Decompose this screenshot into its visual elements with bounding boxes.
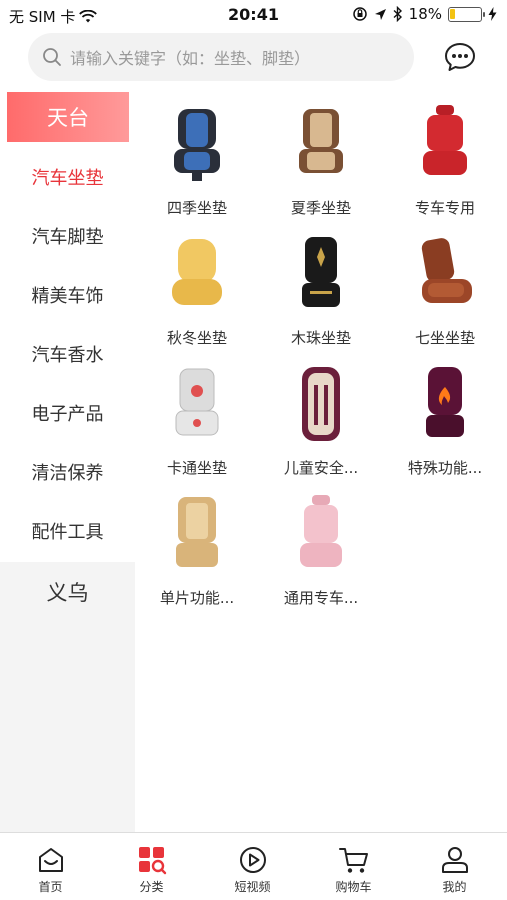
product-name: 四季坐垫 (166, 199, 227, 217)
product-name: 特殊功能... (407, 459, 483, 477)
product-name: 夏季坐垫 (290, 199, 351, 217)
category-icon (138, 847, 166, 875)
product-name: 通用专车... (283, 589, 359, 607)
seat-cushion-wood-bead-image (302, 237, 340, 307)
category-group-header-active[interactable]: 天台 (7, 92, 129, 142)
product-item[interactable]: 卡通坐垫 (135, 365, 259, 495)
product-name: 专车专用 (414, 199, 475, 217)
product-name: 儿童安全... (283, 459, 359, 477)
search-bar[interactable]: 请输入关键字（如：坐垫、脚垫） (28, 33, 414, 81)
category-group-header[interactable]: 义乌 (0, 562, 135, 622)
tab-label: 购物车 (335, 880, 372, 894)
tab-label: 分类 (139, 880, 164, 894)
search-icon (43, 48, 61, 66)
product-name: 木珠坐垫 (290, 329, 351, 347)
tab-profile[interactable]: 我的 (404, 833, 505, 900)
bluetooth-icon (393, 6, 402, 22)
child-safety-seat-image (302, 367, 340, 441)
seat-cushion-beaded-image (299, 109, 343, 173)
tab-home[interactable]: 首页 (0, 833, 101, 900)
bottom-tab-bar: 首页 分类 短视频 购物车 我的 (0, 832, 507, 900)
product-item[interactable]: 夏季坐垫 (259, 105, 383, 235)
category-item-car-decoration[interactable]: 精美车饰 (0, 265, 135, 324)
product-name: 七坐坐垫 (414, 329, 475, 347)
category-item-electronics[interactable]: 电子产品 (0, 383, 135, 442)
status-right: 18% (352, 5, 497, 23)
product-name: 单片功能... (159, 589, 235, 607)
search-placeholder: 请输入关键字（如：坐垫、脚垫） (70, 49, 311, 68)
tab-label: 短视频 (234, 880, 271, 894)
profile-icon (441, 847, 468, 873)
product-item[interactable]: 通用专车... (259, 495, 383, 625)
product-name: 卡通坐垫 (166, 459, 227, 477)
home-icon (38, 848, 63, 872)
seat-cushion-cartoon-image (175, 368, 219, 436)
video-icon (239, 847, 266, 873)
category-item-car-seat-cushion[interactable]: 汽车坐垫 (0, 147, 135, 206)
product-item[interactable]: 儿童安全... (259, 365, 383, 495)
seat-cushion-blue-image (174, 109, 220, 181)
message-button[interactable] (444, 42, 476, 72)
tab-short-video[interactable]: 短视频 (202, 833, 303, 900)
cart-icon (338, 848, 368, 873)
category-item-car-perfume[interactable]: 汽车香水 (0, 324, 135, 383)
orientation-lock-icon (352, 7, 367, 21)
tab-cart[interactable]: 购物车 (303, 833, 404, 900)
product-item[interactable]: 特殊功能... (383, 365, 507, 495)
seat-cushion-red-image (423, 105, 467, 175)
category-item-car-floor-mat[interactable]: 汽车脚垫 (0, 206, 135, 265)
product-name: 秋冬坐垫 (166, 329, 227, 347)
product-item[interactable]: 四季坐垫 (135, 105, 259, 235)
seat-cushion-single-image (176, 497, 218, 567)
status-bar: 无 SIM 卡 20:41 18% (0, 0, 507, 30)
product-item[interactable]: 单片功能... (135, 495, 259, 625)
seat-cushion-heated-image (426, 367, 464, 437)
chat-bubble-icon (445, 43, 475, 71)
tab-label: 我的 (442, 880, 467, 894)
tab-label: 首页 (38, 880, 63, 894)
location-icon (374, 8, 386, 20)
category-sidebar: 天台 汽车坐垫 汽车脚垫 精美车饰 汽车香水 电子产品 清洁保养 配件工具 义乌 (0, 92, 135, 832)
seat-cushion-brown-leather-image (421, 238, 472, 303)
category-item-cleaning-care[interactable]: 清洁保养 (0, 442, 135, 501)
product-item[interactable]: 木珠坐垫 (259, 235, 383, 365)
seat-cushion-wool-image (172, 239, 222, 305)
battery-percent: 18% (408, 5, 442, 23)
tab-category[interactable]: 分类 (101, 833, 202, 900)
charging-icon (488, 7, 497, 21)
product-item[interactable]: 七坐坐垫 (383, 235, 507, 365)
category-item-accessories-tools[interactable]: 配件工具 (0, 501, 135, 560)
battery-level-fill (450, 8, 455, 19)
seat-cushion-pink-image (300, 495, 342, 567)
product-item[interactable]: 专车专用 (383, 105, 507, 235)
battery-icon (448, 6, 485, 22)
product-item[interactable]: 秋冬坐垫 (135, 235, 259, 365)
